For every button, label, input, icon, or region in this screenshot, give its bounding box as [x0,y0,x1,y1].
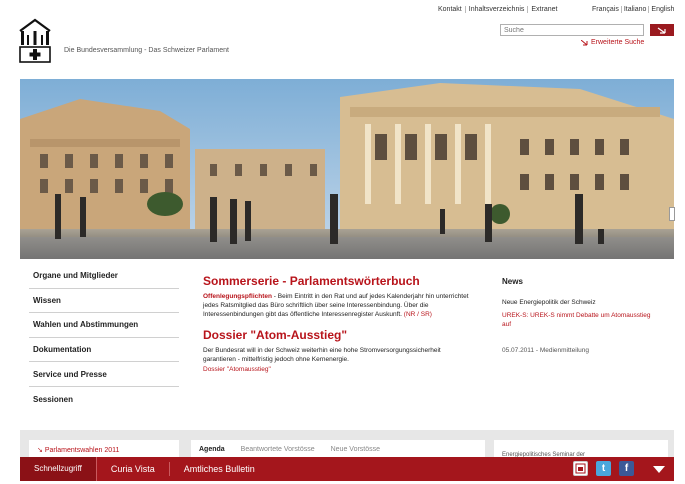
nr-sr-link[interactable]: (NR / SR) [404,311,432,318]
site-tagline: Die Bundesversammlung - Das Schweizer Pa… [64,47,229,54]
search-input[interactable] [500,24,644,36]
advanced-search-link[interactable]: Erweiterte Suche [581,39,644,46]
twitter-icon[interactable]: t [596,461,611,476]
info-icon[interactable] [573,461,588,476]
sidebar-item-wahlen[interactable]: Wahlen und Abstimmungen [29,313,179,338]
news-headline[interactable]: Neue Energiepolitik der Schweiz [502,298,660,307]
link-inhaltsverzeichnis[interactable]: Inhaltsverzeichnis [464,6,528,13]
sidebar-item-sessionen[interactable]: Sessionen [29,387,179,412]
arrow-icon [581,39,588,45]
sidebar-item-dokumentation[interactable]: Dokumentation [29,338,179,363]
sidebar-item-wissen[interactable]: Wissen [29,289,179,314]
article-title-2[interactable]: Dossier "Atom-Ausstieg" [203,328,473,342]
amtliches-bulletin-link[interactable]: Amtliches Bulletin [170,462,269,476]
arrow-icon: ↘ [37,447,45,454]
article-text-2: Der Bundesrat will in der Schweiz weiter… [203,347,441,363]
offenlegung-link[interactable]: Offenlegungspflichten [203,293,272,300]
news-heading: News [502,277,523,286]
article-body-1: Offenlegungspflichten - Beim Eintritt in… [203,292,473,319]
article-title-1[interactable]: Sommerserie - Parlamentswörterbuch [203,274,473,288]
lang-fr[interactable]: Français [590,6,621,13]
sidebar-nav: Organe und Mitglieder Wissen Wahlen und … [29,264,179,412]
curia-vista-link[interactable]: Curia Vista [97,462,170,476]
arrow-right-icon [657,27,666,34]
news-date: 05.07.2011 - Medienmitteilung [502,347,589,354]
dossier-link[interactable]: Dossier "Atomausstieg" [203,365,473,374]
link-extranet[interactable]: Extranet [527,6,560,13]
lang-en[interactable]: English [648,6,676,13]
chevron-down-icon[interactable] [652,461,666,477]
top-links: Kontakt Inhaltsverzeichnis Extranet [435,6,560,13]
hero-image [20,79,674,259]
parliament-logo[interactable] [18,17,52,63]
news-panel: News Neue Energiepolitik der Schweiz URE… [494,264,668,412]
lang-it[interactable]: Italiano [620,6,649,13]
sidebar-item-service[interactable]: Service und Presse [29,362,179,387]
link-kontakt[interactable]: Kontakt [435,6,465,13]
quick-access-bar: Schnellzugriff Curia Vista Amtliches Bul… [20,457,674,481]
schnellzugriff-button[interactable]: Schnellzugriff [20,457,97,481]
language-switcher: Français Italiano English [590,6,676,13]
social-icons: t f [573,461,666,477]
facebook-icon[interactable]: f [619,461,634,476]
main-content: Sommerserie - Parlamentswörterbuch Offen… [191,264,485,412]
news-link[interactable]: UREK-S: UREK-S nimmt Debatte um Atomauss… [502,311,660,329]
hero-scroll-handle[interactable] [669,207,675,221]
parliament-building-photo [20,79,674,259]
sidebar-item-organe[interactable]: Organe und Mitglieder [29,264,179,289]
search-button[interactable] [650,24,674,36]
